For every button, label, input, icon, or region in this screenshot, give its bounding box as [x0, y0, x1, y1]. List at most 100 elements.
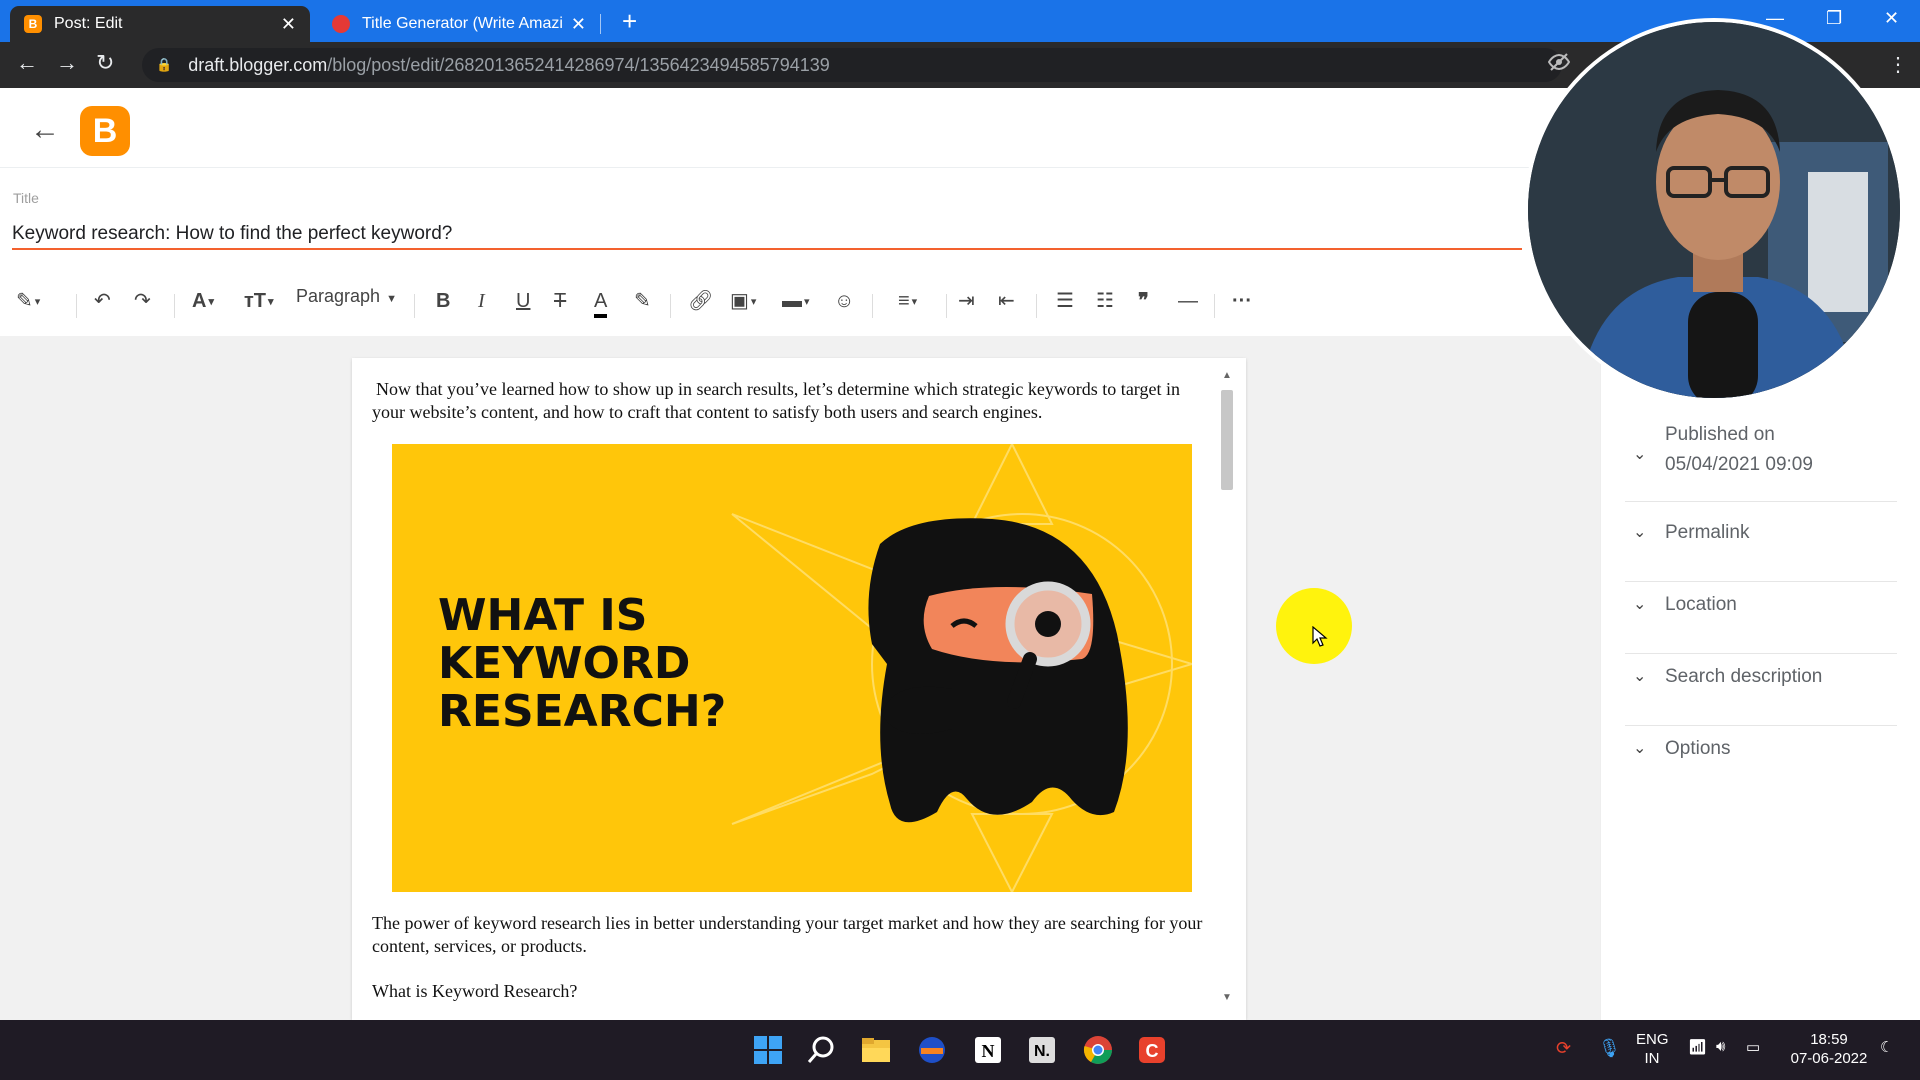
presenter-video: [1528, 22, 1900, 398]
tab-post-edit[interactable]: B Post: Edit ✕: [10, 6, 310, 42]
italic-icon[interactable]: I: [478, 288, 485, 314]
new-tab-icon[interactable]: +: [622, 6, 637, 36]
close-window-icon[interactable]: ✕: [1884, 8, 1899, 29]
volume-icon[interactable]: 🔊︎: [1716, 1038, 1725, 1055]
published-on-value: 05/04/2021 09:09: [1665, 454, 1813, 475]
svg-text:N: N: [982, 1041, 995, 1061]
toolbar-divider: [1214, 294, 1215, 318]
chevron-down-icon: ⌄: [1633, 524, 1647, 541]
address-bar[interactable]: 🔒 draft.blogger.com/blog/post/edit/26820…: [142, 48, 1562, 82]
search-icon[interactable]: [806, 1034, 838, 1066]
align-icon[interactable]: ≡: [898, 288, 917, 315]
url-path: /blog/post/edit/2682013652414286974/1356…: [327, 54, 830, 75]
font-icon[interactable]: A: [192, 288, 214, 315]
paragraph-style-value: Paragraph: [296, 286, 381, 306]
title-label: Title: [13, 190, 39, 206]
close-tab-icon[interactable]: ✕: [281, 14, 296, 35]
location-section[interactable]: ⌄ Location: [1625, 594, 1897, 654]
paragraph-intro[interactable]: Now that you’ve learned how to show up i…: [372, 378, 1216, 424]
published-on-section[interactable]: ⌄ Published on 05/04/2021 09:09: [1625, 424, 1897, 502]
header-divider: [0, 167, 1600, 168]
scroll-thumb[interactable]: [1221, 390, 1233, 490]
wifi-icon[interactable]: 📶︎: [1688, 1038, 1707, 1056]
quote-icon[interactable]: ❞: [1138, 288, 1149, 314]
file-explorer-icon[interactable]: [860, 1034, 892, 1066]
insert-image-icon[interactable]: ▣: [730, 288, 756, 315]
language-region: IN: [1644, 1050, 1660, 1067]
paragraph-power[interactable]: The power of keyword research lies in be…: [372, 912, 1216, 958]
browser-back-icon[interactable]: ←: [16, 50, 38, 76]
tab-title-generator[interactable]: Title Generator (Write Amazing H ✕: [318, 6, 600, 42]
clock-time: 18:59: [1810, 1031, 1848, 1048]
seo-favicon-icon: [332, 15, 350, 33]
chevron-down-icon: ⌄: [1633, 596, 1647, 613]
lock-icon: 🔒: [156, 57, 173, 72]
battery-icon[interactable]: ▭: [1746, 1038, 1760, 1056]
undo-icon[interactable]: ↶: [94, 288, 111, 314]
horizontal-rule-icon[interactable]: —: [1178, 288, 1198, 314]
post-title-input[interactable]: [12, 220, 1522, 250]
browser-menu-icon[interactable]: ⋮: [1888, 52, 1908, 77]
language-indicator[interactable]: ENG IN: [1636, 1030, 1669, 1068]
toolbar-divider: [174, 294, 175, 318]
indent-icon[interactable]: ⇥: [958, 288, 975, 314]
recorder-app-icon[interactable]: C: [1136, 1034, 1168, 1066]
microphone-icon[interactable]: 🎙︎: [1598, 1038, 1621, 1059]
url-host: draft.blogger.com: [188, 54, 328, 75]
more-options-icon[interactable]: ···: [1232, 288, 1252, 314]
tab-title: Title Generator (Write Amazing H: [362, 15, 563, 32]
keyword-research-image[interactable]: WHAT IS KEYWORD RESEARCH?: [392, 444, 1192, 892]
chevron-down-icon: ⌄: [1633, 446, 1647, 463]
browser-forward-icon[interactable]: →: [56, 50, 78, 76]
windows-start-icon[interactable]: [752, 1034, 784, 1066]
text-color-icon[interactable]: A: [594, 288, 608, 318]
emoji-icon[interactable]: ☺: [834, 288, 854, 314]
chrome-icon[interactable]: [1082, 1034, 1114, 1066]
underline-icon[interactable]: U: [516, 288, 530, 314]
windows-taskbar: N N. C ⟳ 🎙︎ ENG IN 📶︎ 🔊︎ ▭ 18:59 07-06-2…: [0, 1020, 1920, 1080]
highlight-icon[interactable]: ✎: [634, 288, 651, 314]
strikethrough-icon[interactable]: T: [554, 288, 566, 314]
mouse-cursor-icon: [1312, 626, 1328, 647]
toolbar-divider: [670, 294, 671, 318]
numbered-list-icon[interactable]: ☷: [1096, 288, 1114, 314]
notification-icon[interactable]: ☾: [1880, 1038, 1893, 1056]
scroll-down-icon[interactable]: ▼: [1222, 992, 1232, 1003]
search-description-label: Search description: [1665, 666, 1823, 687]
back-arrow-icon[interactable]: ←: [30, 113, 60, 147]
reload-icon[interactable]: ↻: [96, 50, 114, 76]
redo-icon[interactable]: ↷: [134, 288, 151, 314]
font-size-icon[interactable]: тT: [244, 288, 274, 315]
close-tab-icon[interactable]: ✕: [571, 14, 586, 35]
chevron-down-icon: ⌄: [1633, 740, 1647, 757]
sync-icon[interactable]: ⟳: [1556, 1038, 1571, 1059]
paragraph-style-select[interactable]: Paragraph ▼: [296, 286, 397, 307]
eye-off-icon[interactable]: [1547, 52, 1571, 77]
options-section[interactable]: ⌄ Options: [1625, 738, 1897, 778]
outdent-icon[interactable]: ⇤: [998, 288, 1015, 314]
blogger-logo-icon[interactable]: B: [80, 106, 130, 156]
toolbar-divider: [1036, 294, 1037, 318]
compose-mode-icon[interactable]: ✎: [16, 288, 40, 315]
bold-icon[interactable]: B: [436, 288, 450, 314]
post-body-editor[interactable]: Now that you’ve learned how to show up i…: [352, 358, 1246, 1020]
toolbar-divider: [946, 294, 947, 318]
restore-icon[interactable]: ❐: [1826, 8, 1842, 29]
permalink-label: Permalink: [1665, 522, 1750, 543]
blogger-favicon-icon: B: [24, 15, 42, 33]
search-description-section[interactable]: ⌄ Search description: [1625, 666, 1897, 726]
webcam-overlay: [1524, 18, 1904, 402]
permalink-section[interactable]: ⌄ Permalink: [1625, 522, 1897, 582]
scroll-up-icon[interactable]: ▲: [1222, 370, 1232, 381]
clock[interactable]: 18:59 07-06-2022: [1784, 1030, 1874, 1068]
bulleted-list-icon[interactable]: ☰: [1056, 288, 1074, 314]
app-icon[interactable]: [916, 1034, 948, 1066]
paragraph-heading[interactable]: What is Keyword Research?: [372, 980, 1216, 1003]
notepad-icon[interactable]: N.: [1026, 1034, 1058, 1066]
insert-video-icon[interactable]: ▬: [782, 288, 810, 315]
notion-icon[interactable]: N: [972, 1034, 1004, 1066]
editor-scrollbar[interactable]: ▲ ▼: [1218, 370, 1234, 1006]
image-headline: WHAT IS KEYWORD RESEARCH?: [438, 590, 727, 737]
toolbar-divider: [414, 294, 415, 318]
link-icon[interactable]: 🔗︎: [688, 288, 713, 314]
